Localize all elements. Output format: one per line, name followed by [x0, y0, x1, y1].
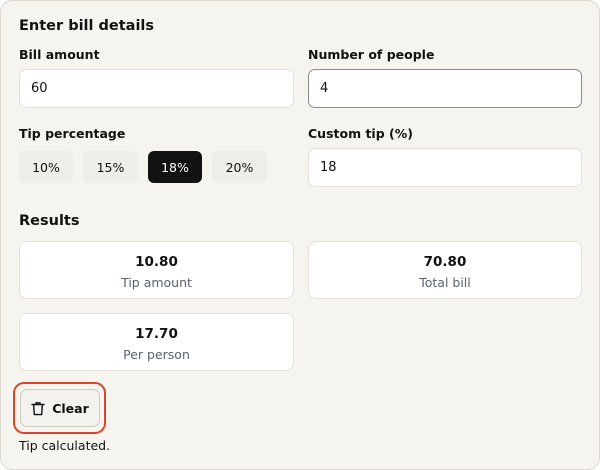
per-person-card: 17.70 Per person: [19, 313, 294, 371]
per-person-label: Per person: [123, 347, 190, 362]
tip-amount-value: 10.80: [135, 254, 178, 270]
trash-icon: [31, 401, 45, 415]
tip-option-18[interactable]: 18%: [148, 151, 202, 183]
tip-amount-card: 10.80 Tip amount: [19, 241, 294, 299]
tip-option-10[interactable]: 10%: [19, 151, 73, 183]
details-section-title: Enter bill details: [19, 18, 155, 34]
total-bill-value: 70.80: [423, 254, 467, 270]
per-person-value: 17.70: [135, 326, 178, 342]
tip-amount-label: Tip amount: [121, 275, 192, 290]
people-label: Number of people: [308, 47, 435, 62]
clear-button-label: Clear: [52, 400, 89, 416]
bill-amount-input[interactable]: [19, 69, 294, 108]
tip-option-15[interactable]: 15%: [83, 151, 138, 183]
status-message: Tip calculated.: [19, 438, 111, 453]
clear-button[interactable]: Clear: [20, 389, 100, 427]
tip-percentage-label: Tip percentage: [19, 126, 126, 141]
results-section-title: Results: [19, 213, 80, 229]
people-input[interactable]: [308, 69, 582, 108]
bill-amount-label: Bill amount: [19, 47, 100, 62]
total-bill-label: Total bill: [419, 275, 471, 290]
total-bill-card: 70.80 Total bill: [308, 241, 582, 299]
tip-calculator-panel: Enter bill details Bill amount Number of…: [0, 0, 600, 470]
custom-tip-label: Custom tip (%): [308, 126, 413, 141]
custom-tip-input[interactable]: [308, 148, 582, 187]
tip-option-20[interactable]: 20%: [212, 151, 267, 183]
